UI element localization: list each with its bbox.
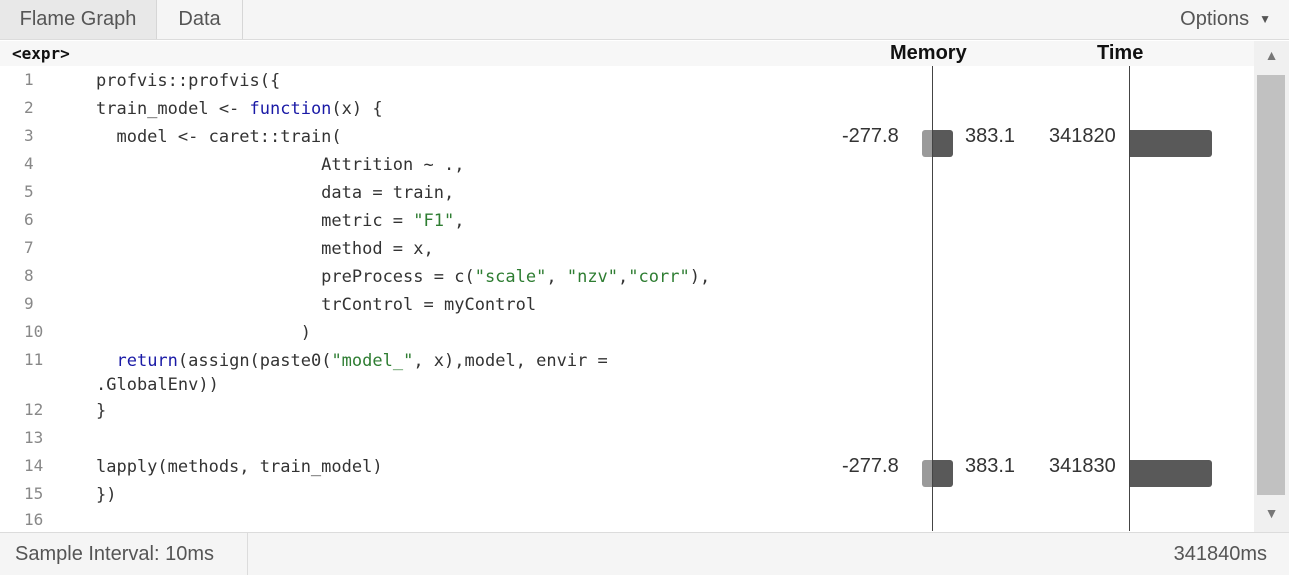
code-text: preProcess = c("scale", "nzv","corr"), (96, 267, 711, 287)
time-column-header: Time (1097, 42, 1144, 64)
code-text: } (96, 401, 107, 421)
memory-alloc-value: 383.1 (965, 125, 1016, 147)
columns-header: <expr> Memory Time (0, 41, 1254, 66)
code-line: 4 Attrition ~ ., (0, 150, 1254, 178)
code-text: lapply(methods, train_model) (96, 457, 383, 477)
line-number: 1 (24, 70, 34, 89)
code-line: 2 train_model <- function(x) { (0, 94, 1254, 122)
code-panel: 1 profvis::profvis({2 train_model <- funct… (0, 66, 1254, 531)
line-number: 10 (24, 322, 44, 341)
time-axis-line (1129, 66, 1130, 531)
toolbar: Flame Graph Data Options ▼ (0, 0, 1289, 40)
code-line: 9 trControl = myControl (0, 290, 1254, 318)
line-number: 7 (24, 238, 34, 257)
code-text: profvis::profvis({ (96, 71, 281, 91)
status-divider (247, 533, 248, 575)
code-text: train_model <- function(x) { (96, 99, 383, 119)
tab-flame-graph[interactable]: Flame Graph (0, 0, 157, 39)
code-text: method = x, (96, 239, 434, 259)
line-number: 4 (24, 154, 34, 173)
code-text: metric = "F1", (96, 211, 465, 231)
line-number: 12 (24, 400, 44, 419)
code-text: }) (96, 485, 117, 505)
code-line: 6 metric = "F1", (0, 206, 1254, 234)
time-value: 341820 (1049, 125, 1116, 147)
scroll-up-icon[interactable]: ▲ (1254, 47, 1289, 77)
code-text: model <- caret::train( (96, 127, 342, 147)
line-number: 8 (24, 266, 34, 285)
expr-label: <expr> (12, 44, 70, 63)
code-line: 15}) (0, 480, 1254, 508)
line-number: 14 (24, 456, 44, 475)
code-line: 14 lapply(methods, train_model) -277.8 383.… (0, 452, 1254, 487)
code-line: 11 return(assign(paste0("model_", x),mod… (0, 346, 1254, 396)
code-text: trControl = myControl (96, 295, 537, 315)
code-line: 3 model <- caret::train( -277.8 383.1 34182… (0, 122, 1254, 157)
line-number: 9 (24, 294, 34, 313)
code-text: Attrition ~ ., (96, 155, 465, 175)
code-line: 8 preProcess = c("scale", "nzv","corr"), (0, 262, 1254, 290)
memory-column-header: Memory (890, 42, 967, 64)
options-dropdown[interactable]: Options ▼ (1180, 0, 1271, 39)
sample-interval: Sample Interval: 10ms (15, 543, 214, 565)
memory-alloc-value: 383.1 (965, 455, 1016, 477)
code-line: 16 (0, 506, 1254, 534)
code-text: data = train, (96, 183, 455, 203)
code-line: 7 method = x, (0, 234, 1254, 262)
code-line: 5 data = train, (0, 178, 1254, 206)
options-label: Options (1180, 8, 1250, 30)
time-value: 341830 (1049, 455, 1116, 477)
total-time: 341840ms (1173, 543, 1267, 565)
line-number: 5 (24, 182, 34, 201)
line-number: 6 (24, 210, 34, 229)
code-line: 1 profvis::profvis({ (0, 66, 1254, 94)
line-number: 2 (24, 98, 34, 117)
status-bar: Sample Interval: 10ms 341840ms (0, 532, 1289, 575)
code-line: 13 (0, 424, 1254, 452)
code-text: ) (96, 323, 311, 343)
line-number: 16 (24, 510, 44, 529)
memory-dealloc-value: -277.8 (842, 455, 899, 477)
vertical-scrollbar[interactable]: ▲ ▼ (1254, 41, 1289, 532)
code-line: 10 ) (0, 318, 1254, 346)
tab-data[interactable]: Data (157, 0, 243, 39)
line-number: 15 (24, 484, 44, 503)
code-line: 12} (0, 396, 1254, 424)
scroll-down-icon[interactable]: ▼ (1254, 505, 1289, 535)
scrollbar-thumb[interactable] (1257, 75, 1285, 495)
line-number: 11 (24, 350, 44, 369)
line-number: 3 (24, 126, 34, 145)
code-text: return(assign(paste0("model_", x),model,… (96, 351, 608, 395)
memory-axis-line (932, 66, 933, 531)
line-number: 13 (24, 428, 44, 447)
memory-dealloc-value: -277.8 (842, 125, 899, 147)
caret-down-icon: ▼ (1259, 12, 1271, 26)
